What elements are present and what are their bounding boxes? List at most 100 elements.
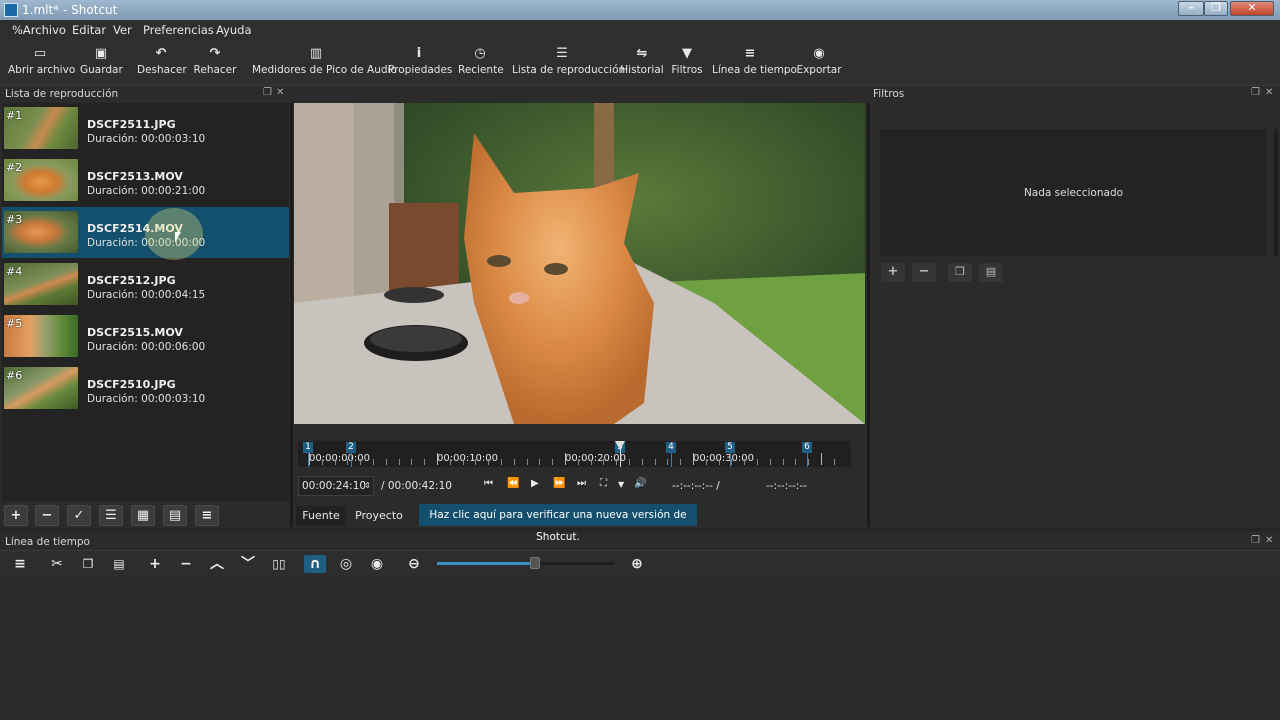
ripple-toggle-button[interactable]: ◉ [366,555,388,573]
zoom-fit-button[interactable]: ⛶ [600,478,607,489]
timeline-menu-button[interactable]: ≡ [9,555,31,573]
cut-button[interactable]: ✂ [46,555,68,573]
filters-button[interactable]: ▼ Filtros [670,44,704,84]
vertical-splitter[interactable] [867,103,870,527]
filter-paste-button[interactable]: ▤ [979,263,1003,282]
timeline-close-icon[interactable]: ✕ [1265,535,1273,546]
split-button[interactable]: ▯▯ [268,555,290,573]
zoom-out-button[interactable]: ⊖ [403,555,425,573]
menu-archivo[interactable]: %Archivo [12,23,66,37]
marker[interactable]: 5 [725,442,735,453]
playlist-menu-button[interactable]: ≡ [195,505,219,526]
playlist-item[interactable]: #2 DSCF2513.MOV Duración: 00:00:21:00 [2,155,289,206]
paste-button[interactable]: ▤ [108,555,130,573]
playlist-icons-view-button[interactable]: ▤ [163,505,187,526]
playlist-add-button[interactable]: + [4,505,28,526]
skip-previous-button[interactable]: ⏮ [484,478,493,489]
timeline-button[interactable]: ≡ Línea de tiempo [712,44,797,84]
window-titlebar: 1.mlt* - Shotcut – ❐ ✕ [0,0,1280,20]
filter-remove-button[interactable]: − [912,263,936,282]
in-point-timecode: --:--:--:-- / [672,480,720,492]
zoom-slider-handle[interactable] [529,557,540,569]
open-file-button[interactable]: ▭ Abrir archivo [8,44,75,84]
timeline-tracks-area[interactable] [0,577,1280,720]
playlist-item[interactable]: #6 DSCF2510.JPG Duración: 00:00:03:10 [2,363,289,414]
rewind-button[interactable]: ⏪ [507,478,519,489]
filter-copy-button[interactable]: ❐ [948,263,972,282]
append-button[interactable]: + [144,555,166,573]
scrub-toggle-button[interactable]: ◎ [335,555,357,573]
tab-source[interactable]: Fuente [296,506,346,526]
ruler-minor-tick [833,459,835,465]
volume-button[interactable]: 🔊 [634,478,646,489]
list-icon: ☰ [556,46,568,61]
save-button[interactable]: ▣ Guardar [80,44,123,84]
timeline-float-icon[interactable]: ❐ [1251,535,1260,546]
horizontal-splitter[interactable] [0,528,1280,532]
playlist-tiles-view-button[interactable]: ▦ [131,505,155,526]
ripple-delete-button[interactable]: − [175,555,197,573]
playlist-item[interactable]: #5 DSCF2515.MOV Duración: 00:00:06:00 [2,311,289,362]
play-button[interactable]: ▶ [531,478,539,489]
ruler-major-tick [565,453,566,465]
overwrite-button[interactable]: ﹀ [237,555,259,573]
ruler-minor-tick [449,459,451,465]
vertical-splitter[interactable] [290,103,293,527]
menu-editar[interactable]: Editar [72,23,106,37]
marker[interactable]: 2 [346,442,356,453]
playlist-float-icon[interactable]: ❐ [263,87,272,98]
player-transport: 00:00:24:10 ⇕ / 00:00:42:10 ⏮ ⏪ ▶ ⏩ ⏭ ⛶ … [298,474,858,498]
shotcut-app-icon [4,3,18,17]
lift-button[interactable]: ︿ [206,555,228,573]
chevron-down-icon[interactable]: ▼ [618,480,624,489]
marker[interactable]: 4 [666,442,676,453]
playlist-remove-button[interactable]: − [35,505,59,526]
maximize-button[interactable]: ❐ [1204,1,1228,16]
undo-button[interactable]: ↶ Deshacer [137,44,187,84]
ruler-minor-tick [360,459,362,465]
filter-add-button[interactable]: + [881,263,905,282]
properties-button[interactable]: ⅰ Propiedades [388,44,452,84]
copy-button[interactable]: ❐ [77,555,99,573]
icon-view-icon: ▤ [168,508,182,523]
marker[interactable]: 6 [802,442,812,453]
folder-icon: ▭ [33,46,47,61]
player-scrub-ruler[interactable]: 00:00:00:00 00:00:10:00 00:00:20:00 00:0… [298,441,851,467]
playlist-details-view-button[interactable]: ☰ [99,505,123,526]
filters-close-icon[interactable]: ✕ [1265,87,1273,98]
check-icon: ✓ [73,508,85,523]
snap-toggle-button[interactable]: ∩ [304,555,326,573]
menu-preferencias[interactable]: Preferencias [143,23,214,37]
close-button[interactable]: ✕ [1230,1,1274,16]
marker[interactable]: 1 [303,442,313,453]
update-notice-button[interactable]: Haz clic aquí para verificar una nueva v… [419,504,697,543]
fast-forward-button[interactable]: ⏩ [553,478,565,489]
timeline-zoom-slider[interactable] [437,562,615,565]
zoom-in-button[interactable]: ⊕ [626,555,648,573]
zoom-in-icon: ⊕ [631,556,643,572]
recent-button[interactable]: ◷ Reciente [458,44,504,84]
audio-peak-meter-button[interactable]: ▥ Medidores de Pico de Audio [252,44,397,84]
menu-ver[interactable]: Ver [113,23,132,37]
marker-line [351,453,352,467]
minimize-button[interactable]: – [1178,1,1204,16]
filters-scrollbar[interactable] [1274,129,1278,256]
export-button[interactable]: ◉ Exportar [796,44,842,84]
playlist-button[interactable]: ☰ Lista de reproducción [512,44,625,84]
menu-ayuda[interactable]: Ayuda [216,23,252,37]
playlist-close-icon[interactable]: ✕ [276,87,284,98]
playlist-item[interactable]: #4 DSCF2512.JPG Duración: 00:00:04:15 [2,259,289,310]
tab-project[interactable]: Proyecto [350,506,408,526]
filters-float-icon[interactable]: ❐ [1251,87,1260,98]
ruler-minor-tick [705,459,707,465]
window-title: 1.mlt* - Shotcut [22,3,118,17]
playlist-item[interactable]: #1 DSCF2511.JPG Duración: 00:00:03:10 [2,103,289,154]
skip-next-button[interactable]: ⏭ [577,478,586,489]
redo-button[interactable]: ↷ Rehacer [193,44,237,84]
playlist-update-button[interactable]: ✓ [67,505,91,526]
ruler-minor-tick [398,459,400,465]
position-timecode[interactable]: 00:00:24:10 ⇕ [298,476,374,496]
split-icon: ▯▯ [272,557,286,571]
history-button[interactable]: ⇋ Historial [620,44,664,84]
playlist-item-selected[interactable]: #3 DSCF2514.MOV Duración: 00:00:00:00 [2,207,289,260]
